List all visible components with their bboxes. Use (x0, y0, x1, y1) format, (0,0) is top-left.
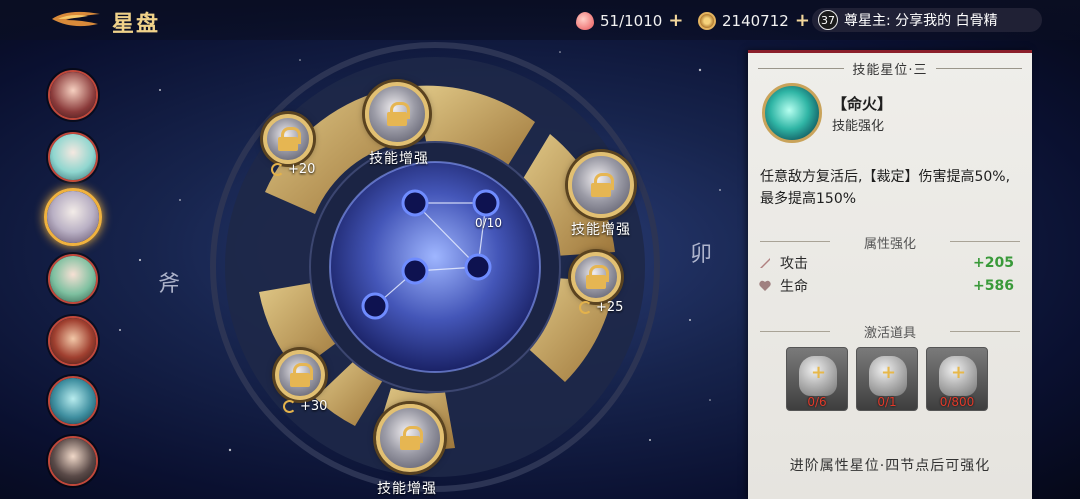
star-master-banner[interactable]: 37 尊星主: 分享我的 白骨精 (812, 8, 1042, 32)
activation-item-3[interactable]: + 0/800 (926, 347, 988, 411)
skill-type: 技能强化 (832, 119, 885, 134)
lock-icon (399, 426, 423, 450)
skill-flame-icon (762, 83, 822, 143)
attribute-bonus-right: +25 (579, 300, 623, 315)
stat-life-value: +586 (973, 278, 1014, 294)
lock-icon (585, 265, 609, 289)
skill-node-right[interactable] (568, 152, 634, 218)
activation-item-1[interactable]: + 0/6 (786, 347, 848, 411)
swirl-icon (271, 163, 284, 176)
attribute-node-bottom-left[interactable] (275, 350, 325, 400)
lock-icon (386, 102, 410, 126)
lock-icon (289, 363, 313, 387)
lock-icon (277, 127, 301, 151)
attribute-bonus-top-left: +20 (271, 162, 315, 177)
character-avatar-6[interactable] (48, 376, 98, 426)
stamina-counter: 51/1010 + (576, 10, 683, 31)
divider (936, 68, 1022, 69)
coin-value: 2140712 (722, 11, 789, 30)
stat-attack-label: 攻击 (780, 256, 808, 272)
stat-attack-value: +205 (973, 255, 1014, 271)
stat-attack: 攻击 +205 (758, 253, 1014, 273)
stamina-value: 51/1010 (600, 11, 663, 30)
item-count: 0/1 (877, 395, 897, 409)
divider (950, 331, 1020, 332)
rune-glyph-right: 卯 (690, 242, 713, 267)
divider (950, 241, 1020, 242)
unlock-hint: 进阶属性星位·四节点后可强化 (789, 458, 991, 474)
plus-icon: + (951, 362, 967, 383)
sword-icon (760, 258, 770, 268)
rune-glyph-left: 斧 (158, 272, 181, 297)
master-level-badge: 37 (818, 10, 838, 30)
skill-node-right-label: 技能增强 (571, 222, 631, 238)
attribute-node-top-left[interactable] (263, 114, 313, 164)
skill-node-bottom-label: 技能增强 (377, 481, 437, 497)
swirl-icon (579, 301, 592, 314)
character-avatar-7[interactable] (48, 436, 98, 486)
skill-description: 任意敌方复活后,【裁定】伤害提高50%,最多提高150% (760, 169, 1011, 207)
character-avatar-4[interactable] (48, 254, 98, 304)
character-avatar-1[interactable] (48, 70, 98, 120)
plus-icon: + (811, 362, 827, 383)
swirl-icon (283, 400, 296, 413)
stat-life-label: 生命 (780, 279, 808, 295)
constellation-progress: 0/10 (475, 216, 502, 230)
plus-icon: + (881, 362, 897, 383)
activation-item-2[interactable]: + 0/1 (856, 347, 918, 411)
star-dial: 技能增强 技能增强 技能增强 +20 +25 +30 0/10 (205, 42, 665, 499)
add-stamina-button[interactable]: + (668, 10, 683, 31)
attribute-node-right[interactable] (571, 252, 621, 302)
top-bar: 星盘 51/1010 + 2140712 + 37 尊星主: 分享我的 白骨精 (0, 0, 1080, 40)
lock-icon (590, 173, 614, 197)
stat-life: 生命 +586 (758, 276, 1014, 296)
item-count: 0/800 (939, 395, 975, 409)
skill-name: 【命火】 (832, 95, 893, 113)
skill-node-top-label: 技能增强 (369, 151, 429, 167)
heart-icon (759, 280, 771, 291)
golden-wing-logo-icon[interactable] (48, 8, 104, 30)
skill-node-top[interactable] (365, 82, 429, 146)
master-text: 尊星主: 分享我的 白骨精 (844, 13, 998, 29)
skill-node-bottom[interactable] (376, 404, 444, 472)
peach-icon (576, 11, 594, 30)
attributes-header: 属性强化 (863, 237, 916, 252)
character-avatar-2[interactable] (48, 132, 98, 182)
page-title: 星盘 (112, 11, 161, 37)
add-coins-button[interactable]: + (795, 10, 810, 31)
item-count: 0/6 (807, 395, 827, 409)
coin-counter: 2140712 + (698, 10, 810, 31)
attribute-bonus-bottom-left: +30 (283, 399, 327, 414)
character-avatar-3[interactable] (44, 188, 102, 246)
character-avatar-5[interactable] (48, 316, 98, 366)
copper-coin-icon (698, 11, 716, 30)
skill-detail-panel: 技能星位·三 【命火】 技能强化 任意敌方复活后,【裁定】伤害提高50%,最多提… (748, 50, 1032, 499)
